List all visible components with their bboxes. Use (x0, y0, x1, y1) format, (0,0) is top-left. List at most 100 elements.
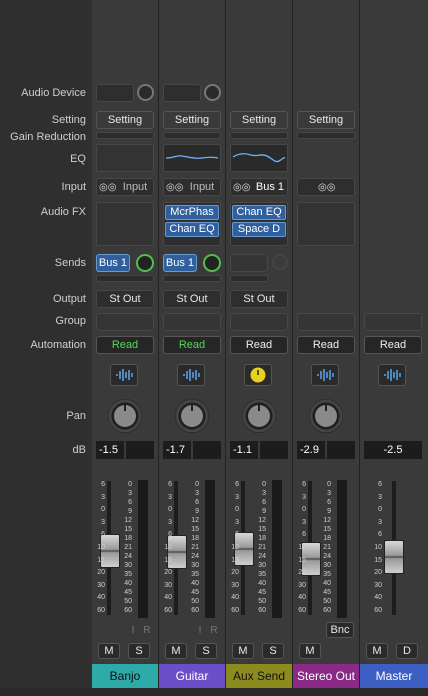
fader-scale-tick: 0 (101, 506, 105, 514)
audio-device-slot[interactable] (163, 84, 201, 102)
waveform-icon[interactable] (378, 364, 406, 386)
send-slot[interactable] (230, 254, 268, 272)
solo-button[interactable]: S (195, 643, 217, 659)
mute-button[interactable]: M (366, 643, 388, 659)
output-slot[interactable]: St Out (163, 290, 221, 308)
automation-mode-button[interactable]: Read (364, 336, 422, 354)
send-slot[interactable]: Bus 1 (163, 254, 197, 272)
audio-fx-slots[interactable] (96, 202, 154, 246)
send-level-knob[interactable] (272, 254, 288, 270)
fader-scale-tick: 15 (97, 556, 105, 564)
fader-scale-tick: 6 (302, 531, 306, 539)
pan-knob[interactable] (108, 399, 142, 433)
solo-button[interactable]: S (128, 643, 150, 659)
group-slot[interactable] (163, 313, 221, 331)
input-slot[interactable]: ◎◎ Input (163, 178, 221, 196)
audio-device-knob[interactable] (137, 84, 154, 101)
group-slot[interactable] (230, 313, 288, 331)
input-slot[interactable]: ◎◎ Bus 1 (230, 178, 288, 196)
audio-device-knob[interactable] (204, 84, 221, 101)
eq-thumbnail[interactable] (230, 144, 288, 172)
pan-knob[interactable] (309, 399, 343, 433)
fader-scale-tick: 3 (302, 518, 306, 526)
audio-device-slot[interactable] (96, 84, 134, 102)
send-empty-slot[interactable] (230, 275, 268, 282)
fx-slot-1[interactable]: Chan EQ (232, 205, 286, 220)
fx-slot-1[interactable]: McrPhas (165, 205, 219, 220)
meter-scale-tick: 24 (191, 553, 199, 560)
channel-strip-banjo: Setting ◎◎ Input Bus 1 St Out Read -1.5 … (92, 0, 159, 696)
input-monitor-button[interactable]: I (193, 624, 207, 638)
meter-scale-tick: 45 (124, 589, 132, 596)
group-slot[interactable] (96, 313, 154, 331)
input-slot[interactable]: ◎◎ (297, 178, 355, 196)
fader-scale-tick: 30 (97, 581, 105, 589)
channel-name[interactable]: Master (360, 664, 428, 688)
waveform-icon[interactable] (110, 364, 138, 386)
send-level-knob[interactable] (136, 254, 154, 272)
mute-button[interactable]: M (98, 643, 120, 659)
volume-db-readout[interactable]: -1.1 (230, 441, 258, 459)
pan-knob[interactable] (242, 399, 276, 433)
fx-slot-2[interactable]: Chan EQ (165, 222, 219, 237)
setting-button[interactable]: Setting (230, 111, 288, 129)
audio-fx-slots[interactable] (297, 202, 355, 246)
mute-button[interactable]: M (165, 643, 187, 659)
eq-thumbnail[interactable] (96, 144, 154, 172)
output-slot[interactable]: St Out (230, 290, 288, 308)
volume-db-readout[interactable]: -2.9 (297, 441, 325, 459)
fader-scale-tick: 6 (101, 481, 105, 488)
fx-slot-2[interactable]: Space D (232, 222, 286, 237)
channel-strip-stereo-out: Setting ◎◎ Read -2.9 6 3 0 3 6 10 15 20 30 40 60 0 3… (293, 0, 360, 696)
send-empty-slot[interactable] (96, 275, 154, 282)
meter-scale-tick: 12 (191, 517, 199, 524)
solo-button[interactable]: S (262, 643, 284, 659)
meter-scale-tick: 15 (258, 526, 266, 533)
meter-scale-tick: 18 (191, 535, 199, 542)
send-empty-slot[interactable] (163, 275, 221, 282)
volume-db-readout[interactable]: -1.7 (163, 441, 191, 459)
fader-scale-tick: 60 (97, 607, 105, 614)
send-level-knob[interactable] (203, 254, 221, 272)
label-sends: Sends (54, 257, 86, 269)
group-slot[interactable] (297, 313, 355, 331)
mute-button[interactable]: M (232, 643, 254, 659)
channel-name[interactable]: Guitar (159, 664, 225, 688)
send-slot[interactable]: Bus 1 (96, 254, 130, 272)
meter-scale-tick: 6 (195, 499, 199, 506)
peak-readout (260, 441, 288, 459)
fader-scale-tick: 3 (101, 493, 105, 501)
channel-name[interactable]: Stereo Out (293, 664, 359, 688)
output-slot[interactable]: St Out (96, 290, 154, 308)
meter-scale-tick: 45 (323, 589, 331, 596)
setting-button[interactable]: Setting (297, 111, 355, 129)
volume-db-readout[interactable]: -2.5 (364, 441, 422, 459)
fader-scale-tick: 40 (298, 594, 306, 602)
dim-button[interactable]: D (396, 643, 418, 659)
setting-button[interactable]: Setting (163, 111, 221, 129)
waveform-icon[interactable] (177, 364, 205, 386)
pan-knob[interactable] (175, 399, 209, 433)
channel-name[interactable]: Aux Send (226, 664, 292, 688)
bounce-button[interactable]: Bnc (326, 622, 354, 638)
input-monitor-button[interactable]: I (126, 624, 140, 638)
volume-fader[interactable] (384, 540, 404, 575)
automation-mode-button[interactable]: Read (297, 336, 355, 354)
volume-db-readout[interactable]: -1.5 (96, 441, 124, 459)
record-enable-button[interactable]: R (140, 624, 154, 638)
group-slot[interactable] (364, 313, 422, 331)
automation-mode-button[interactable]: Read (163, 336, 221, 354)
aux-icon[interactable] (244, 364, 272, 386)
automation-mode-button[interactable]: Read (230, 336, 288, 354)
eq-thumbnail[interactable] (163, 144, 221, 172)
waveform-icon[interactable] (311, 364, 339, 386)
meter-scale-tick: 9 (128, 508, 132, 515)
fader-scale-tick: 6 (168, 481, 172, 488)
fader-scale-tick: 6 (235, 531, 239, 539)
mute-button[interactable]: M (299, 643, 321, 659)
record-enable-button[interactable]: R (207, 624, 221, 638)
setting-button[interactable]: Setting (96, 111, 154, 129)
automation-mode-button[interactable]: Read (96, 336, 154, 354)
channel-name[interactable]: Banjo (92, 664, 158, 688)
input-slot[interactable]: ◎◎ Input (96, 178, 154, 196)
